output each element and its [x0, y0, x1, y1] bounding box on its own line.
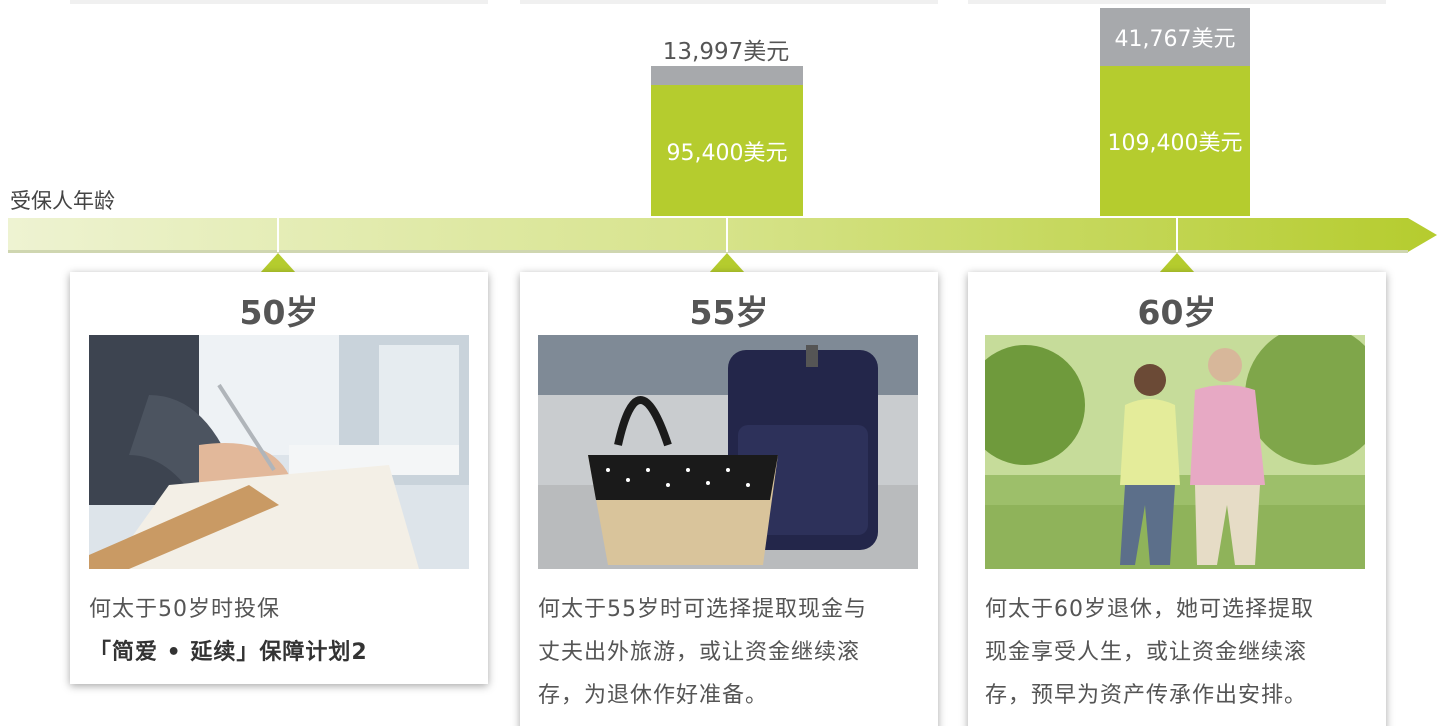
stage-description-60: 何太于60岁退休，她可选择提取 现金享受人生，或让资金继续滚 存，预早为资产传承… [985, 588, 1314, 717]
card-top-edge [70, 0, 488, 4]
withdraw-bar-60: 41,767美元 [1100, 8, 1250, 66]
travel-bags-photo [538, 335, 918, 569]
value-label-60: 109,400美元 [1107, 131, 1243, 156]
description-line: 何太于55岁时可选择提取现金与 [538, 597, 867, 622]
age-heading-50: 50岁 [239, 293, 319, 332]
age-heading-55: 55岁 [689, 293, 769, 332]
card-top-edge [520, 0, 938, 4]
woman-writing-photo [89, 335, 469, 569]
withdraw-label-55: 13,997美元 [662, 39, 790, 65]
description-line: 何太于60岁退休，她可选择提取 [985, 597, 1314, 622]
value-bar-55: 95,400美元 [651, 85, 803, 216]
description-line: 存，预早为资产传承作出安排。 [985, 683, 1308, 708]
description-line: 何太于50岁时投保 [89, 597, 280, 622]
card-top-edge [968, 0, 1386, 4]
description-line: 现金享受人生，或让资金继续滚 [985, 640, 1308, 665]
couple-walking-photo [985, 335, 1365, 569]
card-pointer [260, 253, 296, 273]
stage-card-60: 60岁 何太于60岁退休，她可选择提取 现金享受人生，或让资金继续滚 存，预早为… [968, 272, 1386, 726]
stage-card-55: 55岁 何太于55岁时可选择提取现金与 丈夫出外旅游，或让资金继续滚 存，为退休… [520, 272, 938, 726]
card-pointer [1159, 253, 1195, 273]
card-pointer [709, 253, 745, 273]
value-bar-60: 109,400美元 [1100, 66, 1250, 216]
retirement-timeline-diagram: 13,997美元 95,400美元 41,767美元 109,400美元 受保人… [0, 0, 1437, 726]
age-heading-60: 60岁 [1137, 293, 1217, 332]
timeline-arrow [8, 218, 1437, 253]
withdraw-label-60: 41,767美元 [1114, 27, 1236, 52]
description-line: 存，为退休作好准备。 [538, 683, 769, 708]
withdraw-bar-55 [651, 66, 803, 85]
stage-description-50: 何太于50岁时投保 「简爱 • 延续」保障计划2 [89, 588, 368, 674]
stage-card-50: 50岁 何太于50岁时投保 「简爱 • 延续」保障计划2 [70, 272, 488, 684]
description-line: 丈夫出外旅游，或让资金继续滚 [538, 640, 861, 665]
value-label-55: 95,400美元 [666, 140, 788, 166]
plan-name: 「简爱 • 延续」保障计划2 [89, 640, 368, 665]
axis-title: 受保人年龄 [10, 189, 115, 213]
stage-description-55: 何太于55岁时可选择提取现金与 丈夫出外旅游，或让资金继续滚 存，为退休作好准备… [538, 588, 867, 717]
